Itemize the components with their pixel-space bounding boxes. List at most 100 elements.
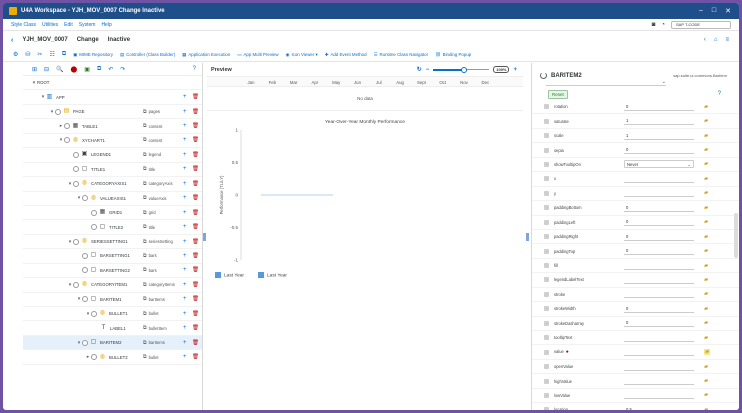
binding-folder-icon[interactable]: ▰ <box>704 263 708 269</box>
property-input[interactable] <box>624 290 694 299</box>
add-child-icon[interactable]: + <box>183 109 187 115</box>
notification-icon[interactable]: ◔ <box>661 22 665 28</box>
property-input[interactable] <box>624 391 694 400</box>
expand-all-icon[interactable]: ⊞ <box>32 66 37 73</box>
add-child-icon[interactable]: + <box>183 152 187 158</box>
help-icon[interactable]: ? <box>718 91 721 97</box>
binding-folder-icon[interactable]: ▰ <box>704 147 708 153</box>
reset-button[interactable]: Reset <box>548 89 568 99</box>
toolbar-button[interactable]: ▤ Controller (Class Builder) <box>120 52 175 58</box>
binding-folder-icon[interactable]: ▰ <box>704 234 708 240</box>
add-child-icon[interactable]: + <box>183 267 187 273</box>
zoom-out-icon[interactable]: − <box>426 67 430 73</box>
tree-row[interactable]: T LABEL1 ⧉ bulletItem + 🗑 <box>23 321 202 336</box>
copy-icon[interactable]: ⧉ <box>97 66 101 73</box>
add-child-icon[interactable]: + <box>183 181 187 187</box>
property-input[interactable] <box>624 377 694 386</box>
toolbar-button[interactable]: ⛓ Binding Popup <box>435 52 471 58</box>
tree-row[interactable]: ▢ TITLE1 ⧉ title + 🗑 <box>23 163 202 178</box>
property-input[interactable]: 0 <box>624 146 694 155</box>
tree-row[interactable]: ▢ BARSETTING1 ⧉ bars + 🗑 <box>23 249 202 264</box>
add-child-icon[interactable]: + <box>183 210 187 216</box>
tcode-input[interactable]: SAP T-CODE <box>671 20 731 29</box>
splitter-handle-right[interactable] <box>526 233 529 241</box>
redo-icon[interactable]: ↷ <box>120 66 125 73</box>
toolbar-button[interactable]: ▭ App Multi Preview <box>237 52 278 58</box>
visibility-checkbox[interactable] <box>64 123 70 130</box>
property-input[interactable] <box>624 348 694 357</box>
properties-dropdown[interactable]: ⌄ <box>546 79 666 86</box>
binding-folder-icon[interactable]: ▰ <box>704 219 708 225</box>
property-input[interactable]: 0.5 <box>624 406 694 410</box>
binding-folder-icon[interactable]: ▰ <box>704 335 708 341</box>
camera-icon[interactable]: ◙ <box>652 22 656 28</box>
toolbar-button[interactable]: ▣ MIME Repository <box>73 52 113 58</box>
delete-icon[interactable]: 🗑 <box>192 282 199 288</box>
toolbar-button[interactable]: ◉ Icon Viewer ▾ <box>286 52 318 58</box>
tree-row[interactable]: ▾ ▥ APP + 🗑 <box>23 90 202 105</box>
binding-folder-icon[interactable]: ▰ <box>704 407 708 410</box>
delete-icon[interactable]: 🗑 <box>192 166 199 172</box>
binding-folder-icon[interactable]: ▰ <box>704 364 708 370</box>
close-button[interactable]: ✕ <box>725 7 731 15</box>
property-input[interactable]: 0 <box>624 233 694 241</box>
home-icon[interactable]: ⌂ <box>714 37 718 43</box>
tree-row[interactable]: ▾ ▢ BARITEM1 ⧉ barItems + 🗑 <box>23 293 202 307</box>
tree-row[interactable]: ▾ ROOT <box>23 76 202 91</box>
visibility-checkbox[interactable] <box>82 296 88 303</box>
property-input[interactable] <box>624 175 694 183</box>
property-input[interactable]: 0 <box>624 305 694 313</box>
menu-style-class[interactable]: Style Class <box>11 22 36 28</box>
binding-folder-icon[interactable]: ▰ <box>704 248 708 254</box>
toolbar-tool-icon[interactable]: ✂ <box>37 51 42 58</box>
delete-icon[interactable]: 🗑 <box>192 224 199 230</box>
binding-folder-icon[interactable]: ▰ <box>704 133 708 139</box>
tree-row[interactable]: ▢ TITLE2 ⧉ title + 🗑 <box>23 220 202 235</box>
delete-icon[interactable]: 🗑 <box>192 239 199 245</box>
binding-folder-icon[interactable]: ▰ <box>704 104 708 110</box>
toggle-icon[interactable]: ▣ <box>84 66 90 73</box>
visibility-checkbox[interactable] <box>91 354 97 361</box>
add-child-icon[interactable]: + <box>183 340 187 346</box>
delete-icon[interactable]: 🗑 <box>192 354 199 360</box>
maximize-button[interactable]: □ <box>712 7 716 15</box>
visibility-checkbox[interactable] <box>73 180 79 187</box>
tree-row[interactable]: ▾ ◍ VALUEAXIS1 ⧉ valueAxis + 🗑 <box>23 192 202 206</box>
visibility-checkbox[interactable] <box>82 195 88 202</box>
delete-icon[interactable]: 🗑 <box>192 267 199 273</box>
tree-row[interactable]: ▣ LEGEND1 ⧉ legend + 🗑 <box>23 148 202 163</box>
menu-edit[interactable]: Edit <box>64 22 73 28</box>
property-input[interactable]: 0 <box>624 319 694 328</box>
record-icon[interactable]: ⬤ <box>71 66 78 73</box>
binding-folder-icon[interactable]: ▰ <box>704 291 708 297</box>
toolbar-tool-icon[interactable]: ⚙ <box>13 51 18 58</box>
tree-row[interactable]: ▾ ◍ CATEGORYITEM1 ⧉ categoryItems + 🗑 <box>23 278 202 293</box>
property-input[interactable] <box>624 334 694 342</box>
add-child-icon[interactable]: + <box>183 137 187 143</box>
binding-folder-icon[interactable]: ▰ <box>704 392 708 398</box>
delete-icon[interactable]: 🗑 <box>192 123 199 129</box>
tree-row[interactable]: ▢ BARSETTING2 ⧉ bars + 🗑 <box>23 264 202 279</box>
delete-icon[interactable]: 🗑 <box>192 109 199 115</box>
binding-folder-icon[interactable]: ▰ <box>704 118 708 124</box>
toolbar-button[interactable]: ☰ Runtime Class Navigator <box>374 52 429 58</box>
add-child-icon[interactable]: + <box>183 325 187 331</box>
visibility-checkbox[interactable] <box>91 224 97 231</box>
menu-utilities[interactable]: Utilities <box>42 22 58 28</box>
visibility-checkbox[interactable] <box>73 166 79 173</box>
add-child-icon[interactable]: + <box>183 253 187 259</box>
property-input[interactable]: 0 <box>624 204 694 212</box>
tree-row[interactable]: ▸ ▦ TABLE1 ⧉ content + 🗑 <box>23 119 202 134</box>
delete-icon[interactable]: 🗑 <box>192 210 199 216</box>
binding-folder-icon[interactable]: ▰ <box>704 320 708 326</box>
property-input[interactable]: 0 <box>624 218 694 227</box>
add-child-icon[interactable]: + <box>183 311 187 317</box>
delete-icon[interactable]: 🗑 <box>192 94 199 100</box>
collapse-all-icon[interactable]: ⊟ <box>44 66 49 73</box>
delete-icon[interactable]: 🗑 <box>192 325 199 331</box>
add-child-icon[interactable]: + <box>183 282 187 288</box>
nav-back-icon[interactable]: ‹ <box>704 37 706 43</box>
visibility-checkbox[interactable] <box>82 339 88 346</box>
toolbar-tool-icon[interactable]: ☷ <box>49 51 54 58</box>
delete-icon[interactable]: 🗑 <box>192 253 199 259</box>
